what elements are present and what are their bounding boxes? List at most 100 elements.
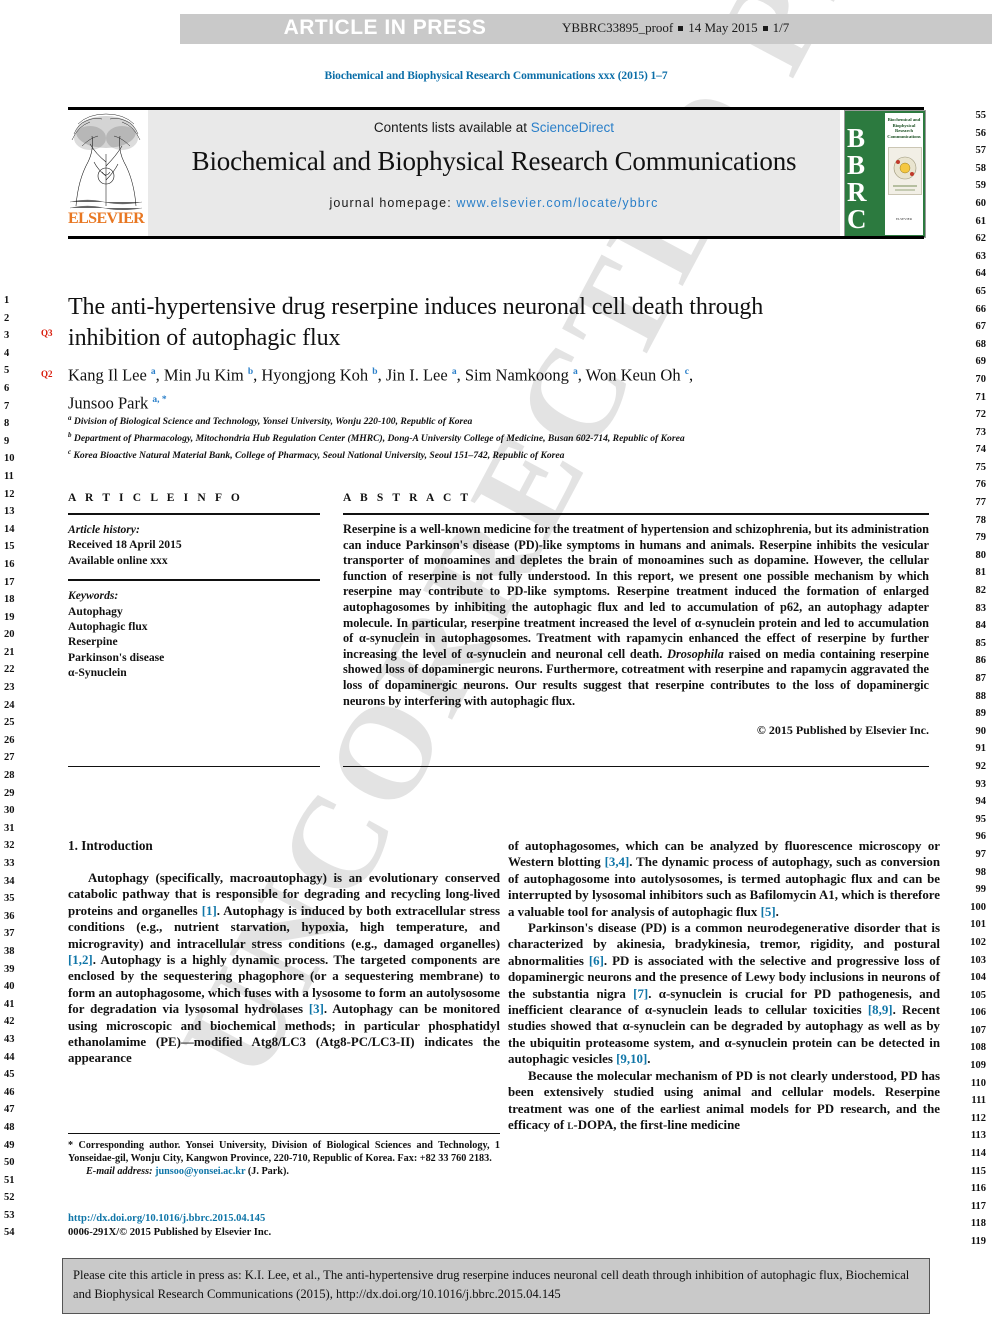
homepage-label: journal homepage:: [329, 196, 452, 210]
line-number: 27: [4, 752, 15, 764]
line-number: 10: [4, 453, 15, 465]
line-number: 88: [975, 690, 987, 702]
line-number: 49: [4, 1139, 15, 1151]
line-number: 100: [970, 901, 986, 913]
line-number: 36: [4, 910, 15, 922]
line-number: 117: [970, 1200, 986, 1212]
history-received: Received 18 April 2015: [68, 538, 182, 552]
journal-homepage-line: journal homepage: www.elsevier.com/locat…: [148, 196, 840, 210]
line-number: 105: [970, 989, 986, 1001]
line-number: 102: [970, 936, 986, 948]
query-flag-q2[interactable]: Q2: [41, 369, 53, 379]
line-number: 33: [4, 858, 15, 869]
line-number: 94: [975, 796, 987, 808]
cover-footer-text: ELSEVIER: [895, 217, 912, 221]
article-info-heading: A R T I C L E I N F O: [68, 492, 243, 504]
line-number: 47: [4, 1104, 15, 1116]
square-separator-icon: [762, 25, 768, 31]
line-number: 8: [4, 418, 10, 430]
line-number: 80: [975, 549, 987, 561]
line-number: 107: [970, 1024, 986, 1036]
line-number: 86: [975, 655, 987, 667]
line-number: 28: [4, 770, 15, 782]
elsevier-wordmark: ELSEVIER: [68, 210, 145, 227]
line-number: 23: [4, 682, 15, 694]
line-number: 93: [975, 778, 987, 790]
cover-journal-title: Biochemical and Biophysical Research Com…: [887, 117, 921, 139]
author-line-2: Junsoo Park a, *: [68, 393, 167, 412]
intro-paragraph-3: Because the molecular mechanism of PD is…: [508, 1068, 940, 1132]
footnote-rule: [68, 1133, 500, 1134]
line-number: 70: [975, 373, 987, 385]
corresponding-author-note: * Corresponding author. Yonsei Universit…: [68, 1140, 500, 1165]
keyword-item: Reserpine: [68, 635, 118, 649]
article-history-label: Article history:: [68, 523, 140, 536]
line-number: 29: [4, 787, 15, 799]
line-number: 40: [4, 981, 15, 993]
line-number: 35: [4, 893, 15, 905]
line-number: 22: [4, 664, 15, 676]
line-number: 4: [4, 347, 10, 359]
affiliation-b: b Department of Pharmacology, Mitochondr…: [68, 430, 685, 444]
journal-homepage-link[interactable]: www.elsevier.com/locate/ybbrc: [456, 196, 658, 210]
line-number: 15: [4, 541, 15, 553]
line-number: 118: [970, 1218, 986, 1230]
line-number: 3: [4, 330, 10, 342]
line-number: 97: [975, 848, 987, 860]
line-number: 82: [975, 585, 987, 597]
keyword-item: Autophagy: [68, 604, 123, 618]
keywords-label: Keywords:: [68, 589, 119, 603]
query-flag-q3[interactable]: Q3: [41, 328, 53, 338]
history-online: Available online xxx: [68, 553, 168, 567]
email-link[interactable]: junsoo@yonsei.ac.kr: [155, 1166, 245, 1177]
line-number: 5: [4, 365, 10, 377]
line-number: 6: [4, 382, 10, 394]
article-in-press-label: ARTICLE IN PRESS: [283, 16, 487, 39]
proof-status-bar: ARTICLE IN PRESS YBBRC33895_proof 14 May …: [180, 14, 992, 44]
line-number: 99: [975, 884, 987, 896]
line-number: 74: [975, 444, 987, 456]
page-title: The anti-hypertensive drug reserpine ind…: [68, 294, 764, 351]
line-number: 69: [975, 356, 987, 368]
body-column-left: 1. Introduction Autophagy (specifically,…: [68, 838, 500, 1067]
proof-date: 14 May 2015: [688, 20, 758, 35]
line-number: 81: [975, 567, 987, 579]
line-number: 51: [4, 1174, 15, 1186]
line-number: 31: [4, 822, 15, 834]
line-number: 57: [975, 145, 987, 157]
contents-available-line: Contents lists available at ScienceDirec…: [148, 120, 840, 135]
line-number-gutter-left: 1 2 3 4 5 6 7 8 9 10 11 12 13 14 15 16 17 18 19 20 21 22 23 24 2…: [0, 292, 38, 1242]
line-number: 30: [4, 805, 15, 817]
line-number: 85: [975, 637, 987, 649]
keyword-item: α-Synuclein: [68, 666, 127, 680]
email-label: E-mail address:: [86, 1166, 153, 1178]
line-number: 73: [975, 426, 987, 438]
line-number: 115: [970, 1165, 986, 1177]
line-number: 84: [975, 620, 987, 632]
line-number: 96: [975, 831, 987, 843]
paper-page: UNCORRECTED PROOF ARTICLE IN PRESS YBBRC…: [0, 0, 992, 1323]
intro-paragraph-1: Autophagy (specifically, macroautophagy)…: [68, 871, 501, 1066]
email-owner: (J. Park).: [247, 1166, 289, 1178]
line-number: 71: [975, 391, 987, 403]
line-number: 25: [4, 717, 15, 729]
body-column-right: of autophagosomes, which can be analyzed…: [508, 838, 940, 1133]
elsevier-tree-icon: [68, 110, 144, 210]
line-number: 41: [4, 998, 15, 1010]
line-number: 62: [975, 233, 987, 245]
author-list: Kang Il Lee a, Min Ju Kim b, Hyongjong K…: [68, 360, 868, 415]
abstract-text: Reserpine is a well-known medicine for t…: [343, 522, 929, 708]
line-number: 63: [975, 250, 987, 262]
line-number: 98: [975, 866, 987, 878]
line-number: 113: [970, 1130, 986, 1142]
line-number: 45: [4, 1069, 15, 1081]
line-number: 77: [975, 497, 987, 509]
line-number: 90: [975, 725, 987, 737]
sciencedirect-link[interactable]: ScienceDirect: [531, 120, 614, 135]
line-number: 89: [975, 708, 987, 720]
line-number: 32: [4, 840, 15, 852]
doi-url[interactable]: http://dx.doi.org/10.1016/j.bbrc.2015.04…: [68, 1212, 500, 1226]
line-number: 38: [4, 945, 15, 957]
proof-page: 1/7: [772, 20, 790, 35]
line-number: 110: [970, 1077, 986, 1089]
